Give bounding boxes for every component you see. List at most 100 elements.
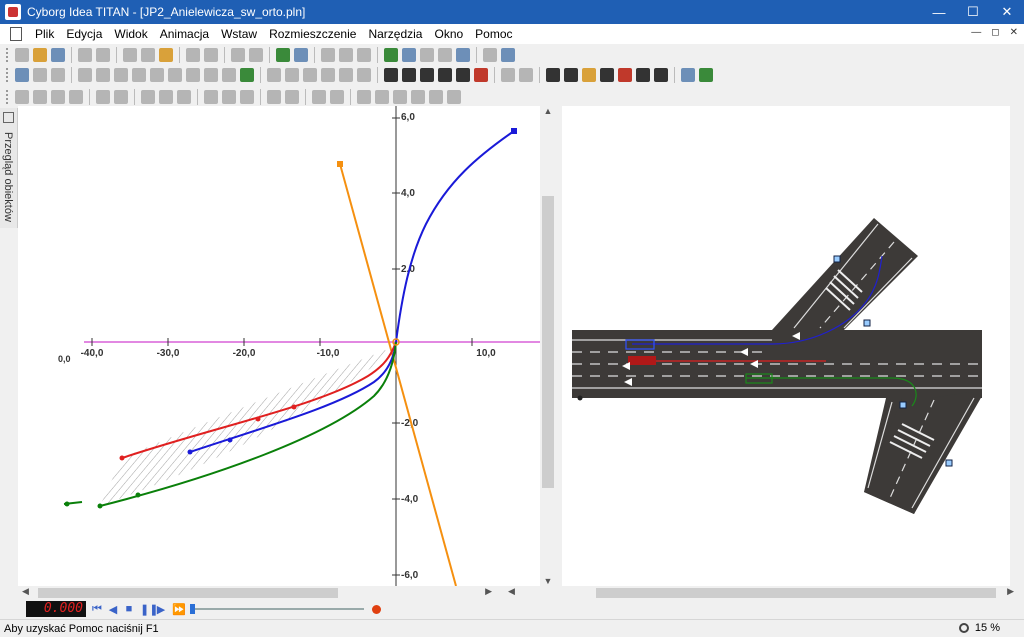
- mdi-restore-button[interactable]: ◻: [991, 27, 999, 38]
- car-icon[interactable]: [501, 68, 515, 82]
- group-icon[interactable]: [357, 90, 371, 104]
- rewind-start-icon[interactable]: ⏮: [92, 603, 102, 616]
- rotate-right-icon[interactable]: [285, 90, 299, 104]
- print-icon[interactable]: [96, 48, 110, 62]
- scroll-down-icon[interactable]: ▼: [540, 576, 556, 586]
- stop-icon[interactable]: ■: [124, 603, 134, 615]
- record-icon[interactable]: [372, 604, 381, 614]
- fast-forward-icon[interactable]: ⏩: [172, 603, 186, 616]
- menu-narzedzia[interactable]: Narzędzia: [362, 27, 428, 41]
- distribute-h-icon[interactable]: [141, 90, 155, 104]
- vehicle-icon[interactable]: [456, 68, 470, 82]
- scroll-right-icon[interactable]: ▶: [485, 586, 492, 597]
- ungroup-icon[interactable]: [375, 90, 389, 104]
- rotate-left-icon[interactable]: [267, 90, 281, 104]
- document-icon[interactable]: [10, 27, 22, 41]
- forward-icon[interactable]: [429, 90, 443, 104]
- same-height-icon[interactable]: [222, 90, 236, 104]
- scroll-thumb[interactable]: [542, 196, 554, 488]
- zoom-icon[interactable]: [456, 48, 470, 62]
- copy-icon[interactable]: [141, 48, 155, 62]
- object-overview-tab[interactable]: Przegląd obiektów: [0, 108, 18, 228]
- lamp-post-icon[interactable]: [654, 68, 668, 82]
- center-horizontal-icon[interactable]: [114, 90, 128, 104]
- scroll-up-icon[interactable]: ▲: [540, 106, 556, 116]
- windows-icon[interactable]: [483, 48, 497, 62]
- menu-wstaw[interactable]: Wstaw: [215, 27, 263, 41]
- warning-sign-icon[interactable]: [582, 68, 596, 82]
- view-eye-icon[interactable]: [681, 68, 695, 82]
- flip-v-icon[interactable]: [330, 90, 344, 104]
- camera-icon[interactable]: [357, 48, 371, 62]
- graph-svg[interactable]: -40,0 -30,0 -20,0 -10,0 10,0 0,0 6,0 4,0…: [18, 106, 540, 587]
- grid-icon[interactable]: [420, 48, 434, 62]
- pin-icon[interactable]: [3, 112, 14, 123]
- spiral-icon[interactable]: [357, 68, 371, 82]
- print-preview-icon[interactable]: [78, 48, 92, 62]
- scroll-right-icon[interactable]: ▶: [1007, 586, 1014, 597]
- stripes-icon[interactable]: [420, 68, 434, 82]
- new-file-icon[interactable]: [15, 48, 29, 62]
- dots-grid-icon[interactable]: [438, 48, 452, 62]
- box-3d-icon[interactable]: [384, 48, 398, 62]
- scroll-thumb[interactable]: [596, 588, 996, 598]
- line-icon[interactable]: [78, 68, 92, 82]
- help-icon[interactable]: [501, 48, 515, 62]
- eyedropper-icon[interactable]: [294, 48, 308, 62]
- mdi-close-button[interactable]: ✕: [1010, 27, 1018, 38]
- menu-okno[interactable]: Okno: [428, 27, 469, 41]
- crosswalk-icon[interactable]: [438, 68, 452, 82]
- menu-rozmieszczenie[interactable]: Rozmieszczenie: [263, 27, 362, 41]
- menu-edycja[interactable]: Edycja: [60, 27, 108, 41]
- close-button[interactable]: ✕: [990, 0, 1024, 24]
- signal-icon[interactable]: [474, 68, 488, 82]
- bring-front-icon[interactable]: [393, 90, 407, 104]
- graph-vertical-scrollbar[interactable]: ▲ ▼: [540, 106, 556, 586]
- distribute-v-icon[interactable]: [159, 90, 173, 104]
- image-icon[interactable]: [276, 48, 290, 62]
- timeline-knob[interactable]: [190, 604, 195, 614]
- text-a-icon[interactable]: [222, 68, 236, 82]
- rectangle-icon[interactable]: [96, 68, 110, 82]
- same-width-icon[interactable]: [204, 90, 218, 104]
- traffic-pole-icon[interactable]: [618, 68, 632, 82]
- ellipse-icon[interactable]: [132, 68, 146, 82]
- tools-icon[interactable]: [339, 48, 353, 62]
- toolbar-grip[interactable]: [6, 68, 8, 82]
- insert-image-icon[interactable]: [240, 68, 254, 82]
- node-edit-icon[interactable]: [267, 68, 281, 82]
- text-ce-icon[interactable]: [204, 68, 218, 82]
- mdi-minimize-button[interactable]: —: [971, 27, 981, 38]
- undo-icon[interactable]: [186, 48, 200, 62]
- rotate-icon[interactable]: [51, 68, 65, 82]
- pause-icon[interactable]: ❚❚: [140, 603, 158, 616]
- barrier-icon[interactable]: [384, 68, 398, 82]
- cut-icon[interactable]: [123, 48, 137, 62]
- polygon-icon[interactable]: [150, 68, 164, 82]
- map-pane[interactable]: [562, 106, 1010, 586]
- pedestrian-icon[interactable]: [519, 68, 533, 82]
- pan-hand-icon[interactable]: [33, 68, 47, 82]
- dimension-icon[interactable]: [285, 68, 299, 82]
- truck-icon[interactable]: [546, 68, 560, 82]
- scroll-left-icon[interactable]: ◀: [22, 586, 29, 597]
- play-icon[interactable]: ▶: [156, 603, 166, 616]
- zoom-indicator[interactable]: 15 %: [958, 622, 1000, 634]
- align-left-icon[interactable]: [15, 90, 29, 104]
- send-back-icon[interactable]: [411, 90, 425, 104]
- toolbar-grip[interactable]: [6, 90, 8, 104]
- path-icon[interactable]: [321, 68, 335, 82]
- backward-icon[interactable]: [447, 90, 461, 104]
- layers-icon[interactable]: [699, 68, 713, 82]
- format-painter-icon[interactable]: [249, 48, 263, 62]
- crosshair-icon[interactable]: [402, 48, 416, 62]
- minimize-button[interactable]: —: [922, 0, 956, 24]
- menu-plik[interactable]: Plik: [29, 27, 60, 41]
- map-horizontal-scrollbar[interactable]: ◀ ▶: [504, 586, 1024, 600]
- puzzle-icon[interactable]: [402, 68, 416, 82]
- rounded-rectangle-icon[interactable]: [114, 68, 128, 82]
- scroll-left-icon[interactable]: ◀: [508, 586, 515, 597]
- align-bottom-icon[interactable]: [69, 90, 83, 104]
- save-icon[interactable]: [51, 48, 65, 62]
- scroll-thumb[interactable]: [38, 588, 338, 598]
